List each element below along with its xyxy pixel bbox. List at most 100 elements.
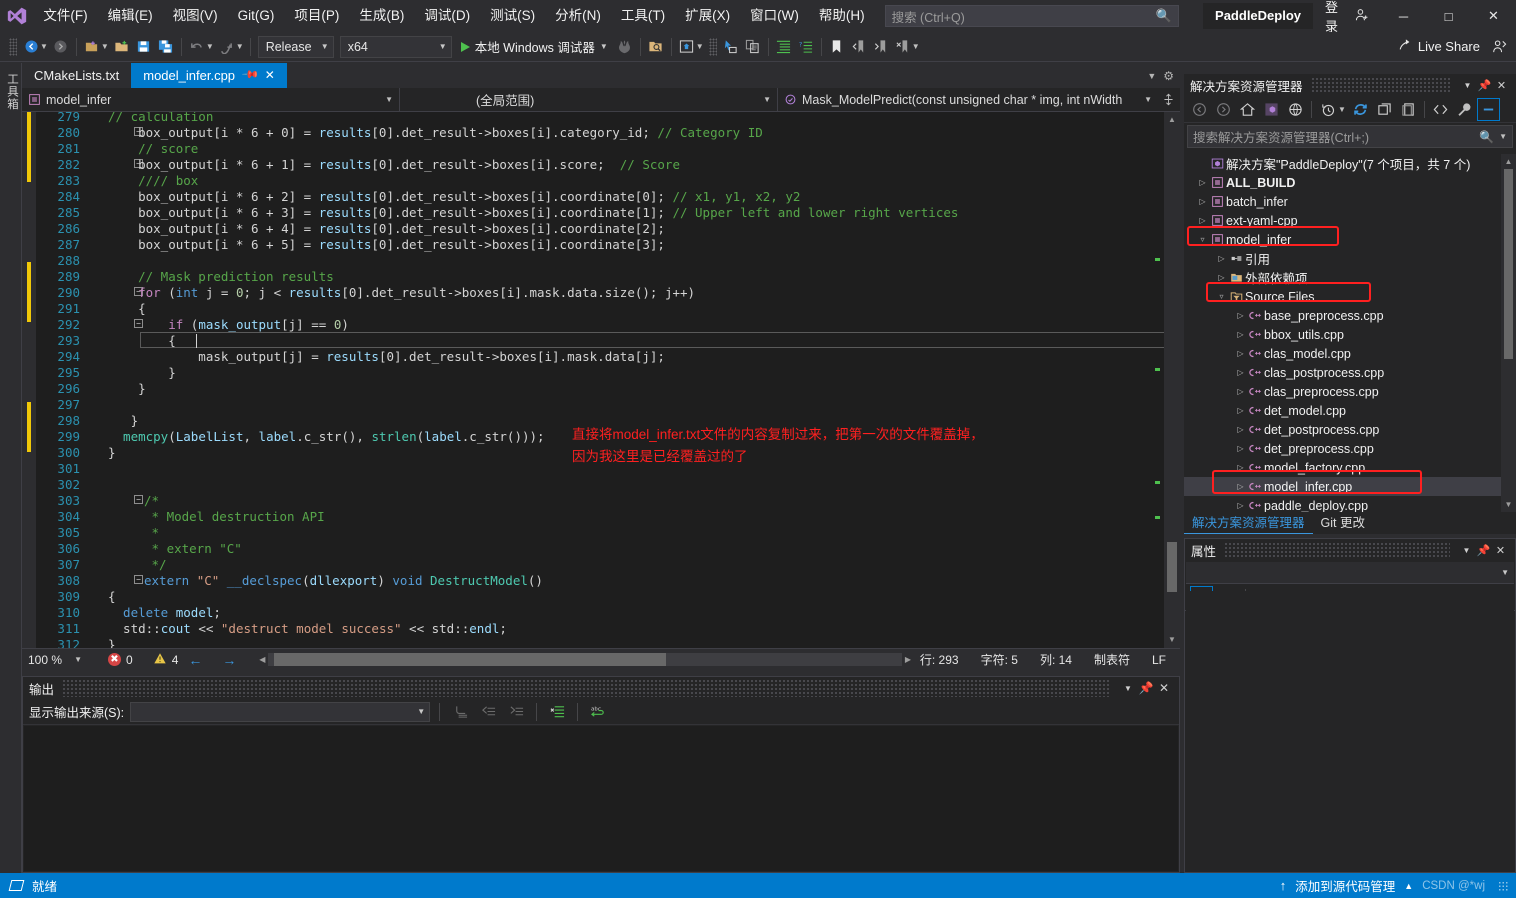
tree-node-cpp-file[interactable]: ▷ paddle_deploy.cpp [1184,496,1516,513]
menu-window[interactable]: 窗口(W) [740,0,809,32]
navigate-backward-icon[interactable] [20,35,42,59]
pin-icon[interactable]: 📌 [1137,681,1155,695]
tab-git-changes[interactable]: Git 更改 [1313,512,1373,534]
tree-node-references[interactable]: ▷ 引用 [1184,249,1516,268]
search-input[interactable]: 搜索 (Ctrl+Q) 🔍 [884,5,1180,27]
chevron-down-icon[interactable]: ▼ [1458,546,1475,555]
tree-node-cpp-file[interactable]: ▷ bbox_utils.cpp [1184,325,1516,344]
back-icon[interactable] [1188,98,1211,121]
undo-chevron-icon[interactable]: ▼ [206,42,214,51]
split-editor-icon[interactable] [1158,88,1178,112]
tree-node-cpp-file[interactable]: ▷ model_factory.cpp [1184,458,1516,477]
navbar-scope-combo[interactable]: (全局范围) ▼ [400,87,778,112]
properties-body[interactable] [1186,591,1514,871]
hscrollbar-thumb[interactable] [274,653,667,666]
expander-collapsed-icon[interactable]: ▷ [1234,482,1247,491]
expander-collapsed-icon[interactable]: ▷ [1234,425,1247,434]
copy-element-icon[interactable] [742,35,764,59]
menu-project[interactable]: 项目(P) [284,0,349,32]
tree-node-batch-infer[interactable]: ▷ batch_infer [1184,192,1516,211]
solution-tree[interactable]: 解决方案"PaddleDeploy"(7 个项目，共 7 个) ▷ ALL_BU… [1184,154,1516,512]
output-panel-body[interactable] [24,726,1178,871]
scroll-down-icon[interactable]: ▼ [1501,497,1516,512]
close-button[interactable]: ✕ [1471,0,1516,32]
close-icon[interactable]: ✕ [1155,681,1173,695]
toolbar-overflow-icon[interactable]: ▼ [912,42,920,51]
tab-solution-explorer[interactable]: 解决方案资源管理器 [1184,512,1313,534]
solution-icon[interactable] [1260,98,1283,121]
tab-model-infer-cpp[interactable]: model_infer.cpp 📌 ✕ [131,63,287,88]
previous-error-icon[interactable]: ← [178,652,212,668]
solution-platform-combo[interactable]: x64 ▼ [339,35,452,58]
tree-node-ext-yaml-cpp[interactable]: ▷ ext-yaml-cpp [1184,211,1516,230]
menu-file[interactable]: 文件(F) [33,0,97,32]
resize-grip[interactable] [1498,880,1508,891]
next-message-icon[interactable] [505,701,527,723]
tree-node-cpp-file[interactable]: ▷ base_preprocess.cpp [1184,306,1516,325]
comment-selection-icon[interactable]: ? [795,35,817,59]
live-preview-icon[interactable] [676,35,698,59]
forward-icon[interactable] [1212,98,1235,121]
menu-edit[interactable]: 编辑(E) [98,0,163,32]
panel-drag-dots[interactable] [1224,542,1450,558]
goto-message-icon[interactable] [449,701,471,723]
expander-collapsed-icon[interactable]: ▷ [1196,178,1209,187]
split-view-icon[interactable]: ⚙ [1163,69,1174,83]
previous-message-icon[interactable] [477,701,499,723]
navigate-backward-chevron-icon[interactable]: ▼ [40,42,48,51]
menu-git[interactable]: Git(G) [228,0,285,32]
minimize-button[interactable]: ─ [1381,0,1426,32]
show-all-files-icon[interactable] [1284,98,1307,121]
start-debugging-button[interactable]: 本地 Windows 调试器 ▼ [455,35,614,59]
view-code-icon[interactable] [1429,98,1452,121]
menu-build[interactable]: 生成(B) [349,0,414,32]
tree-node-cpp-file[interactable]: ▷ det_preprocess.cpp [1184,439,1516,458]
toggle-word-wrap-icon[interactable]: abc [587,701,609,723]
preview-selected-items-icon[interactable] [1476,97,1500,121]
tree-node-source-files[interactable]: ▿ Source Files [1184,287,1516,306]
pending-changes-icon[interactable] [1316,98,1339,121]
expander-collapsed-icon[interactable]: ▷ [1215,254,1228,263]
live-preview-chevron-icon[interactable]: ▼ [696,42,704,51]
scroll-left-icon[interactable]: ◀ [256,655,268,664]
expander-collapsed-icon[interactable]: ▷ [1234,463,1247,472]
navbar-member-combo[interactable]: Mask_ModelPredict(const unsigned char * … [778,88,1158,112]
error-count[interactable]: ✖ 0 [108,653,133,667]
output-source-combo[interactable]: ▼ [130,701,431,722]
redo-chevron-icon[interactable]: ▼ [236,42,244,51]
menu-analyze[interactable]: 分析(N) [545,0,611,32]
scroll-up-icon[interactable]: ▲ [1164,112,1180,128]
warning-count[interactable]: 4 [153,652,178,668]
code-content[interactable]: 279 // calculation 280 − box_output[i * … [36,112,1180,648]
chevron-up-icon[interactable]: ▲ [1404,881,1413,891]
chevron-down-icon[interactable]: ▼ [1338,105,1346,114]
chevron-down-icon[interactable]: ▼ [1459,81,1476,90]
pin-icon[interactable]: 📌 [1476,79,1493,92]
tree-node-cpp-file[interactable]: ▷ det_model.cpp [1184,401,1516,420]
open-file-icon[interactable] [111,35,133,59]
tree-node-cpp-file[interactable]: ▷ clas_postprocess.cpp [1184,363,1516,382]
increase-indent-icon[interactable] [773,35,795,59]
navbar-project-combo[interactable]: model_infer ▼ [22,87,400,112]
redo-icon[interactable] [216,35,238,59]
output-panel-drag-dots[interactable] [62,679,1111,697]
clear-bookmarks-icon[interactable] [892,35,914,59]
expander-collapsed-icon[interactable]: ▷ [1234,368,1247,377]
fold-glyph[interactable]: − [134,495,143,504]
add-to-source-control-button[interactable]: 添加到源代码管理 [1295,876,1395,895]
previous-bookmark-icon[interactable] [848,35,870,59]
new-project-chevron-icon[interactable]: ▼ [101,42,109,51]
tree-node-all-build[interactable]: ▷ ALL_BUILD [1184,173,1516,192]
pin-icon[interactable]: 📌 [1475,544,1492,557]
tree-node-solution[interactable]: 解决方案"PaddleDeploy"(7 个项目，共 7 个) [1184,154,1516,173]
editor-horizontal-scrollbar[interactable]: ◀ ▶ [256,653,914,667]
tree-node-model-infer-cpp[interactable]: ▷ model_infer.cpp [1184,477,1516,496]
scrollbar-thumb[interactable] [1504,169,1513,359]
expander-collapsed-icon[interactable]: ▷ [1234,349,1247,358]
menu-tools[interactable]: 工具(T) [611,0,675,32]
chevron-down-icon[interactable]: ▼ [1119,684,1137,693]
next-error-icon[interactable]: → [212,652,246,668]
code-editor[interactable]: 279 // calculation 280 − box_output[i * … [22,112,1180,648]
tab-list-chevron-icon[interactable]: ▼ [1144,71,1159,81]
editor-vertical-scrollbar[interactable]: ▲ ▼ [1164,112,1180,648]
